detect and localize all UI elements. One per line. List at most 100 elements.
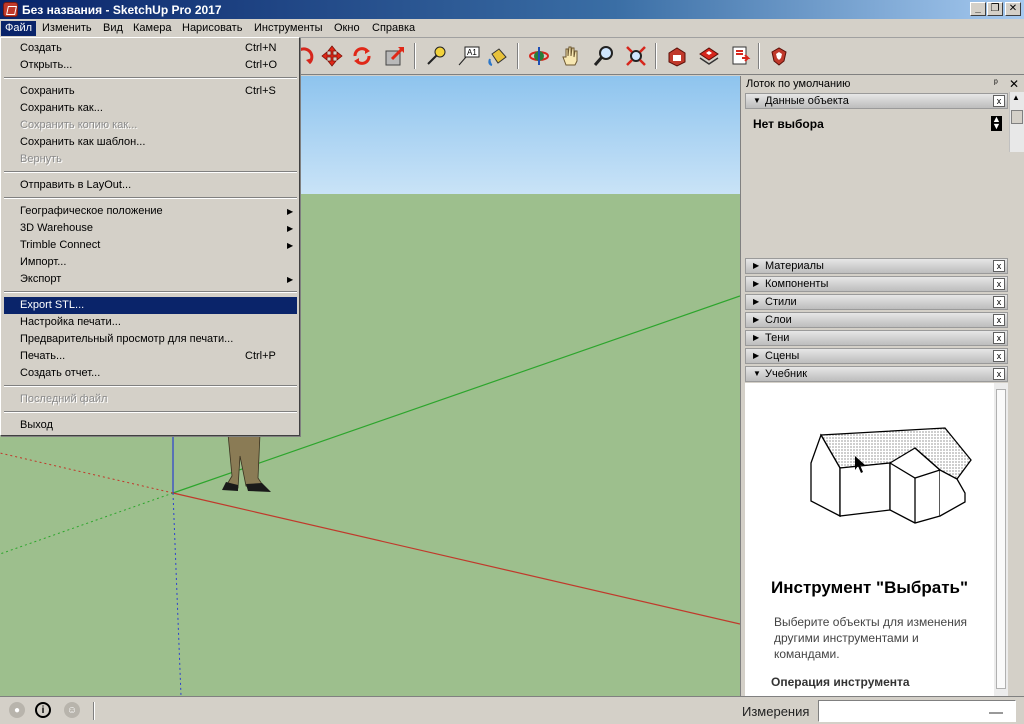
panel-layers[interactable]: ▶ Слои x: [745, 312, 1008, 328]
zoom-icon[interactable]: [590, 42, 618, 70]
menu-item-save[interactable]: Сохранить Ctrl+S: [4, 83, 297, 100]
submenu-arrow-icon: ▶: [287, 224, 294, 233]
menu-item-save-as-template[interactable]: Сохранить как шаблон...: [4, 134, 297, 151]
collapsed-arrow-icon: ▶: [753, 261, 760, 270]
menu-item-label: Сохранить копию как...: [20, 119, 138, 131]
menu-item-label: Настройка печати...: [20, 316, 121, 328]
orbit-icon[interactable]: [525, 42, 553, 70]
menu-item-save-copy-as: Сохранить копию как...: [4, 117, 297, 134]
menu-item-export-stl[interactable]: Export STL...: [4, 297, 297, 314]
menu-item-import[interactable]: Импорт...: [4, 254, 297, 271]
minimize-button[interactable]: _: [970, 2, 986, 16]
expanded-arrow-icon: ▼: [753, 96, 761, 105]
instructor-title: Инструмент "Выбрать": [771, 578, 969, 597]
user-icon[interactable]: ☺: [64, 702, 80, 718]
pin-icon[interactable]: ᵖ: [994, 78, 998, 89]
menu-item-recent-file: Последний файл: [4, 391, 297, 408]
svg-text:A1: A1: [467, 48, 477, 57]
menu-item-label: Экспорт: [20, 273, 62, 285]
menu-item-geo-location[interactable]: Географическое положение ▶: [4, 203, 297, 220]
menu-item-new[interactable]: Создать Ctrl+N: [4, 40, 297, 57]
geo-location-icon[interactable]: ●: [9, 702, 25, 718]
panel-close-icon[interactable]: x: [993, 278, 1005, 290]
collapsed-arrow-icon: ▶: [753, 315, 760, 324]
green-axis-negative: [0, 492, 174, 555]
paint-bucket-icon[interactable]: [484, 42, 512, 70]
menu-item-label: Импорт...: [20, 256, 67, 268]
menu-item-label: Выход: [20, 419, 53, 431]
panel-close-icon[interactable]: x: [993, 350, 1005, 362]
panel-close-icon[interactable]: x: [993, 260, 1005, 272]
menu-item-send-to-layout[interactable]: Отправить в LayOut...: [4, 177, 297, 194]
menu-file[interactable]: Файл: [1, 21, 37, 36]
info-icon[interactable]: i: [35, 702, 51, 718]
panel-close-icon[interactable]: x: [993, 95, 1005, 107]
toolbar-separator: [655, 43, 657, 69]
menu-item-label: Сохранить как шаблон...: [20, 136, 146, 148]
menu-tools[interactable]: Инструменты: [250, 21, 327, 36]
panel-materials[interactable]: ▶ Материалы x: [745, 258, 1008, 274]
panel-close-icon[interactable]: x: [993, 314, 1005, 326]
submenu-arrow-icon: ▶: [287, 241, 294, 250]
panel-scenes[interactable]: ▶ Сцены x: [745, 348, 1008, 364]
details-toggle-icon[interactable]: ▲ ▼: [991, 115, 1002, 131]
extension-warehouse-icon[interactable]: [765, 42, 793, 70]
tape-measure-icon[interactable]: [422, 42, 450, 70]
expanded-arrow-icon: ▼: [753, 369, 761, 378]
panel-styles[interactable]: ▶ Стили x: [745, 294, 1008, 310]
collapsed-arrow-icon: ▶: [753, 297, 760, 306]
collapsed-arrow-icon: ▶: [753, 333, 760, 342]
text-icon[interactable]: A1: [455, 42, 483, 70]
menu-separator: [4, 291, 297, 293]
measurements-input[interactable]: [818, 700, 1016, 722]
menu-view[interactable]: Вид: [99, 21, 127, 36]
rotate-icon[interactable]: [348, 42, 376, 70]
menu-item-generate-report[interactable]: Создать отчет...: [4, 365, 297, 382]
menu-item-label: Сохранить: [20, 85, 75, 97]
scale-icon[interactable]: [381, 42, 409, 70]
scale-figure[interactable]: [222, 433, 271, 492]
menu-item-export[interactable]: Экспорт ▶: [4, 271, 297, 288]
warehouse-icon[interactable]: [663, 42, 691, 70]
panel-components[interactable]: ▶ Компоненты x: [745, 276, 1008, 292]
menu-item-shortcut: Ctrl+O: [245, 59, 278, 71]
pan-icon[interactable]: [557, 42, 585, 70]
components-icon[interactable]: [695, 42, 723, 70]
tray-close-icon[interactable]: ✕: [1009, 77, 1019, 91]
scroll-thumb[interactable]: [996, 389, 1006, 689]
menu-help[interactable]: Справка: [368, 21, 419, 36]
menu-item-print-preview[interactable]: Предварительный просмотр для печати...: [4, 331, 297, 348]
menu-item-print-setup[interactable]: Настройка печати...: [4, 314, 297, 331]
menu-item-revert: Вернуть: [4, 151, 297, 168]
menu-item-trimble-connect[interactable]: Trimble Connect ▶: [4, 237, 297, 254]
panel-close-icon[interactable]: x: [993, 368, 1005, 380]
move-icon[interactable]: [318, 42, 346, 70]
panel-shadows[interactable]: ▶ Тени x: [745, 330, 1008, 346]
send-to-layout-icon[interactable]: [727, 42, 755, 70]
menu-item-exit[interactable]: Выход: [4, 417, 297, 434]
menu-camera[interactable]: Камера: [129, 21, 175, 36]
resize-grip-icon[interactable]: [989, 712, 1003, 720]
menu-draw[interactable]: Нарисовать: [178, 21, 246, 36]
menu-item-save-as[interactable]: Сохранить как...: [4, 100, 297, 117]
close-button[interactable]: ✕: [1005, 2, 1021, 16]
scroll-thumb[interactable]: [1011, 110, 1023, 124]
panel-instructor[interactable]: ▼ Учебник x: [745, 366, 1008, 382]
menu-edit[interactable]: Изменить: [38, 21, 96, 36]
panel-close-icon[interactable]: x: [993, 296, 1005, 308]
instructor-scrollbar[interactable]: [994, 383, 1008, 696]
panel-close-icon[interactable]: x: [993, 332, 1005, 344]
menu-item-open[interactable]: Открыть... Ctrl+O: [4, 57, 297, 74]
menu-item-label: Открыть...: [20, 59, 73, 71]
file-menu-dropdown: Создать Ctrl+N Открыть... Ctrl+O Сохрани…: [0, 37, 300, 436]
menu-item-3d-warehouse[interactable]: 3D Warehouse ▶: [4, 220, 297, 237]
panel-entity-info[interactable]: ▼ Данные объекта x: [745, 93, 1008, 109]
zoom-extents-icon[interactable]: [622, 42, 650, 70]
scroll-up-icon[interactable]: ▲: [1012, 93, 1020, 102]
menu-item-label: Сохранить как...: [20, 102, 103, 114]
tray-scrollbar[interactable]: ▲: [1009, 92, 1024, 152]
restore-button[interactable]: ❐: [987, 2, 1003, 16]
menu-item-label: Предварительный просмотр для печати...: [20, 333, 234, 345]
menu-item-print[interactable]: Печать... Ctrl+P: [4, 348, 297, 365]
menu-window[interactable]: Окно: [330, 21, 364, 36]
